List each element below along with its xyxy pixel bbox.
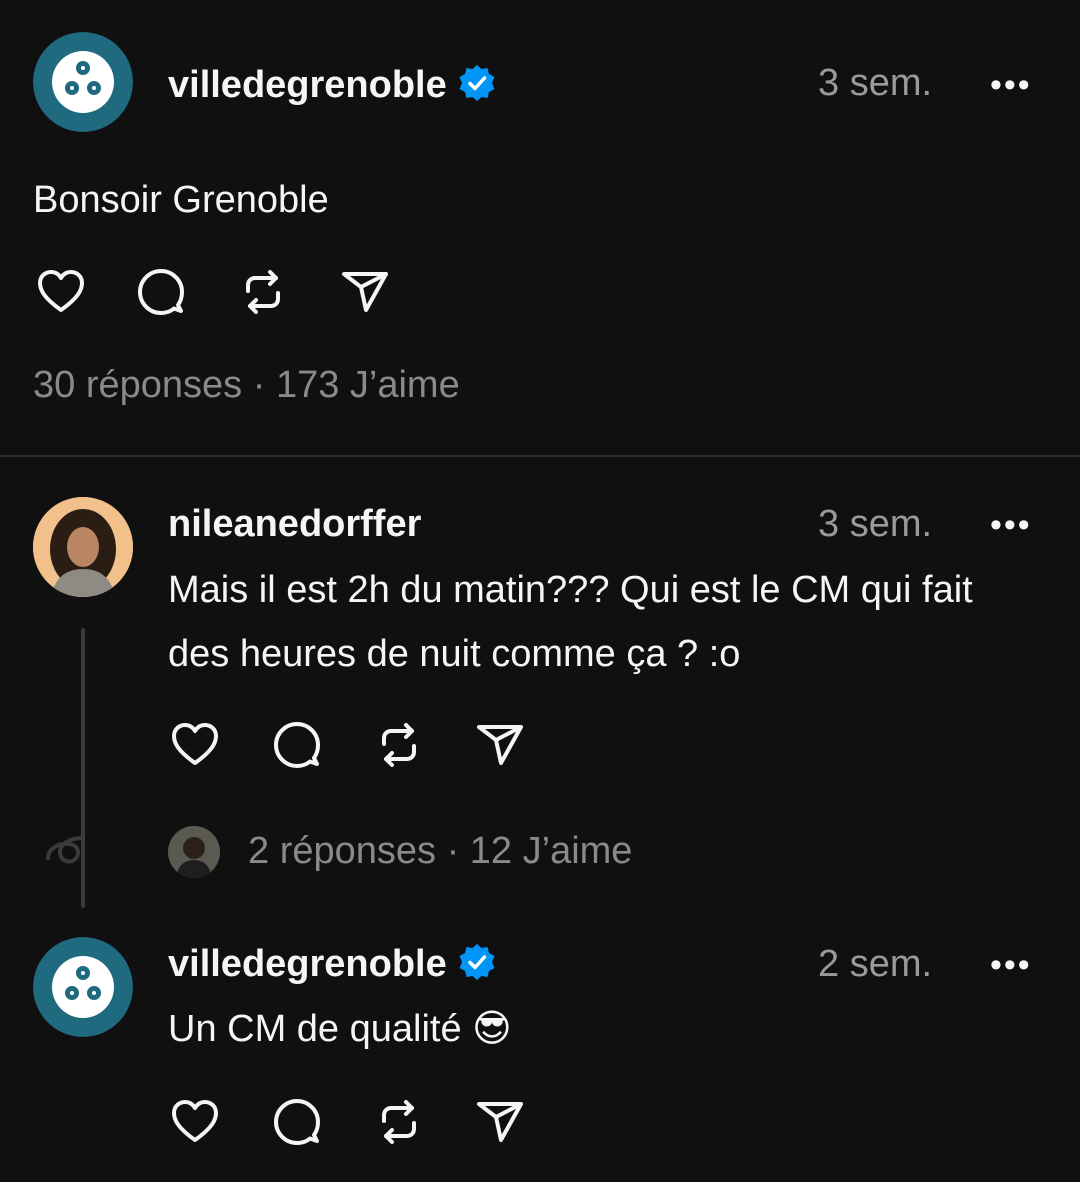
comment-icon[interactable] — [134, 265, 188, 319]
reply1-text-line2: des heures de nuit comme ça ? :o — [168, 633, 741, 675]
post-header: villedegrenoble — [168, 60, 497, 110]
reply2-header: villedegrenoble — [168, 939, 497, 989]
reply2-text: Un CM de qualité — [168, 1008, 462, 1050]
post-stats: 30 réponses · 173 J’aime — [33, 364, 460, 407]
heart-icon[interactable] — [168, 1095, 222, 1149]
share-icon[interactable] — [473, 718, 527, 772]
heart-icon[interactable] — [34, 265, 88, 319]
repost-icon[interactable] — [236, 265, 290, 319]
stats-separator: · — [446, 830, 460, 872]
reply1-replies-count[interactable]: 2 réponses — [248, 830, 436, 872]
avatar-nileanedorffer[interactable] — [33, 497, 133, 597]
repost-icon[interactable] — [372, 1095, 426, 1149]
avatar-villedegrenoble[interactable] — [33, 937, 133, 1037]
grenoble-logo — [33, 32, 133, 132]
post-username[interactable]: villedegrenoble — [168, 64, 447, 107]
reply1-likes-count[interactable]: 12 J’aime — [470, 830, 633, 872]
profile-photo — [33, 497, 133, 597]
reply1-text-line1: Mais il est 2h du matin??? Qui est le CM… — [168, 569, 973, 611]
comment-icon[interactable] — [270, 718, 324, 772]
reply2-more-icon[interactable]: ••• — [990, 946, 1032, 985]
reply2-time: 2 sem. — [818, 943, 933, 985]
share-icon[interactable] — [338, 265, 392, 319]
verified-badge-icon — [457, 63, 497, 108]
reply1-username[interactable]: nileanedorffer — [168, 503, 421, 546]
thread-loop-icon — [40, 830, 90, 885]
divider — [0, 455, 1080, 457]
heart-icon[interactable] — [168, 718, 222, 772]
reply2-text-row: Un CM de qualité 😎 — [168, 997, 512, 1061]
post-more-icon[interactable]: ••• — [990, 66, 1032, 105]
reply1-stats: 2 réponses · 12 J’aime — [248, 830, 632, 873]
reply1-more-icon[interactable]: ••• — [990, 506, 1032, 545]
verified-badge-icon — [457, 942, 497, 987]
reply1-text: Mais il est 2h du matin??? Qui est le CM… — [168, 558, 973, 686]
share-icon[interactable] — [473, 1095, 527, 1149]
avatar-villedegrenoble[interactable] — [33, 32, 133, 132]
stats-separator: · — [252, 364, 266, 406]
reply1-time: 3 sem. — [818, 503, 933, 545]
replier-avatar — [168, 826, 220, 878]
post-text: Bonsoir Grenoble — [33, 179, 329, 221]
sunglasses-emoji: 😎 — [472, 1008, 512, 1050]
reply2-username[interactable]: villedegrenoble — [168, 943, 447, 986]
repost-icon[interactable] — [372, 718, 426, 772]
post-time: 3 sem. — [818, 62, 933, 104]
post-likes-count[interactable]: 173 J’aime — [276, 364, 460, 406]
grenoble-logo — [33, 937, 133, 1037]
post-replies-count[interactable]: 30 réponses — [33, 364, 242, 406]
comment-icon[interactable] — [270, 1095, 324, 1149]
